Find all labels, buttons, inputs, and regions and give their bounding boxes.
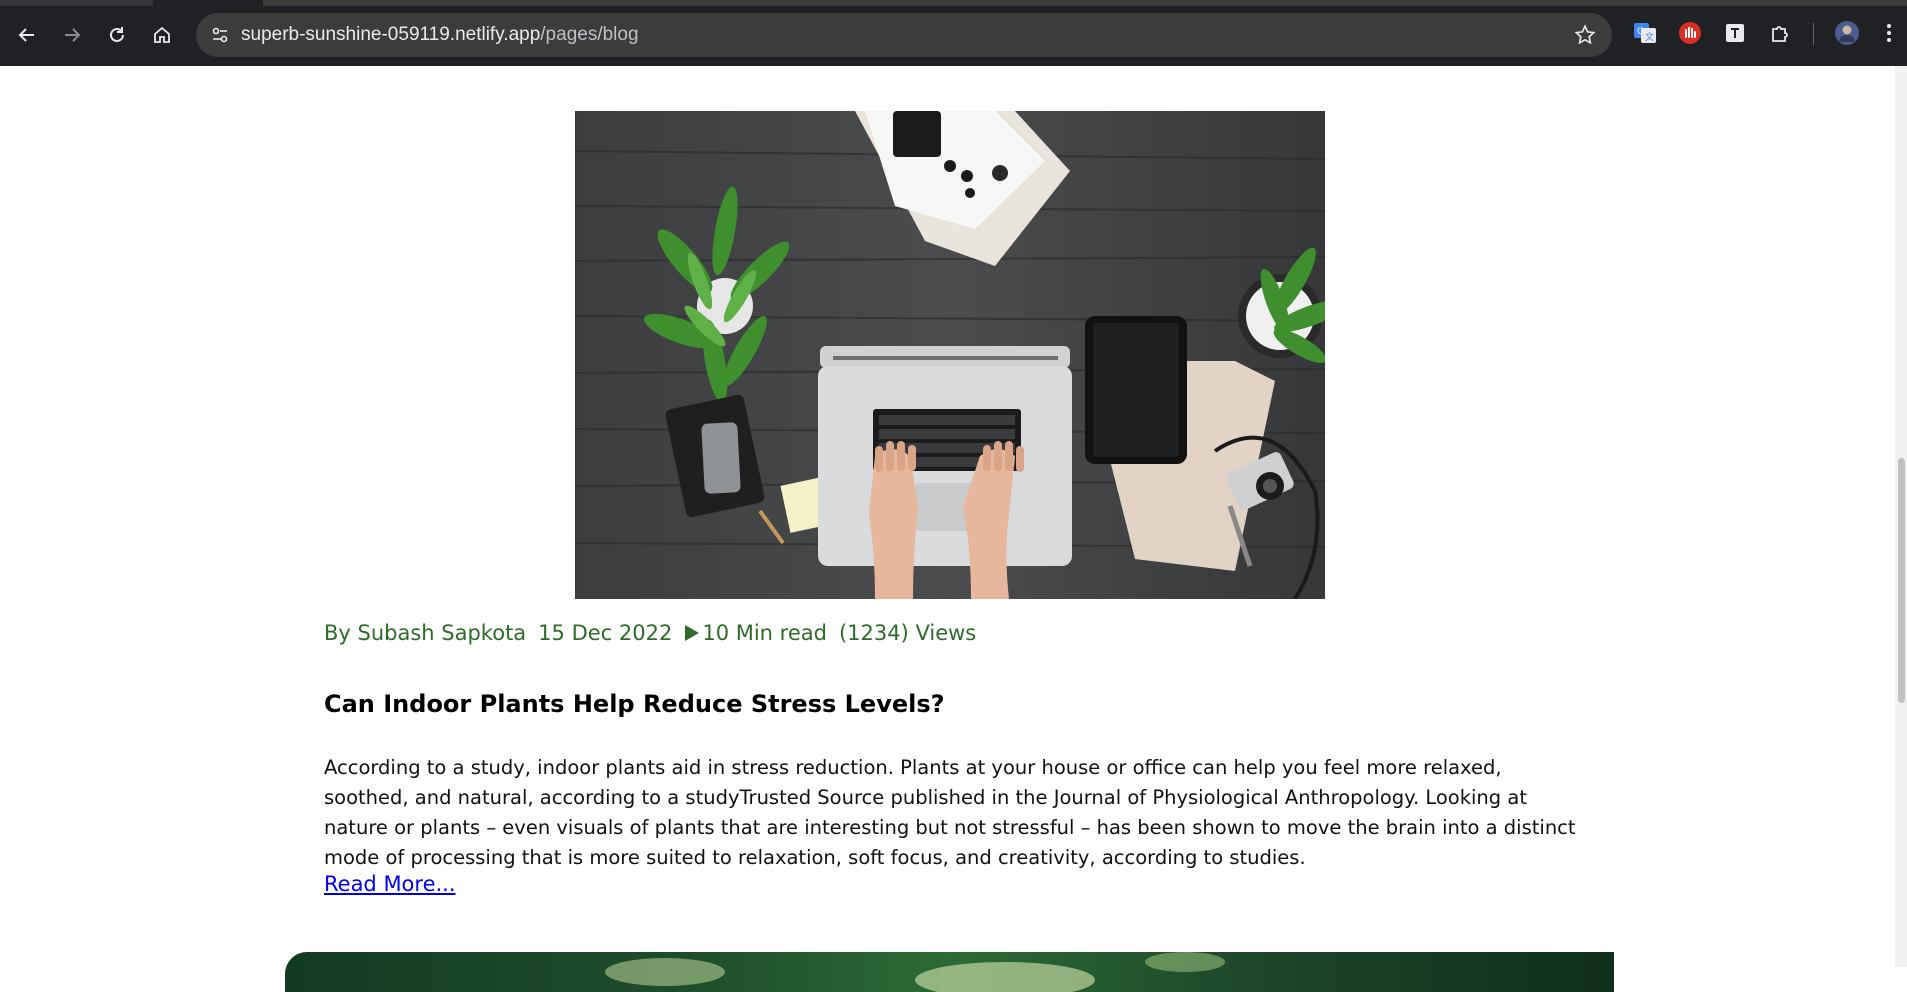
svg-text:G: G	[1637, 27, 1644, 37]
reload-icon	[110, 27, 124, 42]
address-bar[interactable]: superb-sunshine-059119.netlify.app/pages…	[196, 13, 1612, 57]
extensions-button[interactable]	[1767, 20, 1793, 46]
forward-button[interactable]	[54, 17, 90, 53]
next-post-image	[285, 952, 1614, 992]
toolbar-divider	[1813, 23, 1814, 45]
browser-toolbar: superb-sunshine-059119.netlify.app/pages…	[0, 0, 1907, 66]
red-hand-extension[interactable]	[1677, 20, 1703, 46]
url-domain: superb-sunshine-059119.netlify.app	[241, 24, 541, 45]
post-excerpt: According to a study, indoor plants aid …	[324, 756, 1576, 869]
profile-avatar-icon	[1835, 21, 1859, 45]
arrow-right-icon	[65, 28, 81, 42]
google-translate-icon: G文	[1634, 23, 1656, 43]
profile-button[interactable]	[1834, 20, 1860, 46]
star-icon	[1574, 24, 1596, 45]
tune-icon	[212, 27, 228, 43]
read-more-link[interactable]: Read More...	[324, 872, 456, 896]
post-read-time: 10 Min read	[702, 621, 827, 645]
home-button[interactable]	[144, 17, 180, 53]
post-author: By Subash Sapkota	[324, 621, 527, 645]
site-info-button[interactable]	[208, 23, 232, 47]
tab-strip	[0, 0, 1907, 6]
text-extension[interactable]	[1722, 20, 1748, 46]
bookmark-button[interactable]	[1572, 22, 1598, 48]
url-text[interactable]: superb-sunshine-059119.netlify.app/pages…	[241, 24, 639, 46]
post-views: (1234) Views	[838, 621, 977, 645]
active-tab[interactable]	[153, 0, 263, 6]
url-path: /pages/blog	[540, 24, 639, 45]
scrollbar-thumb[interactable]	[1898, 458, 1905, 703]
kebab-menu-icon	[1887, 24, 1891, 42]
back-button[interactable]	[9, 17, 45, 53]
arrow-left-icon	[18, 28, 34, 42]
red-hand-extension-icon	[1679, 22, 1701, 44]
plant-photo-preview	[605, 952, 1225, 992]
home-icon	[154, 26, 170, 43]
text-extension-icon	[1726, 24, 1744, 42]
post-date: 15 Dec 2022	[538, 621, 673, 645]
svg-text:文: 文	[1645, 31, 1654, 43]
post-title: Can Indoor Plants Help Reduce Stress Lev…	[324, 690, 945, 718]
puzzle-icon	[1772, 26, 1788, 42]
browser-menu-button[interactable]	[1876, 20, 1902, 46]
desk-workspace-illustration	[575, 111, 1325, 599]
google-translate-extension[interactable]: G文	[1632, 20, 1658, 46]
play-icon	[684, 624, 700, 642]
inactive-tab[interactable]	[263, 0, 1907, 6]
blog-post-image	[575, 111, 1325, 599]
post-meta: By Subash Sapkota 15 Dec 2022 10 Min rea…	[324, 621, 988, 645]
reload-button[interactable]	[99, 17, 135, 53]
